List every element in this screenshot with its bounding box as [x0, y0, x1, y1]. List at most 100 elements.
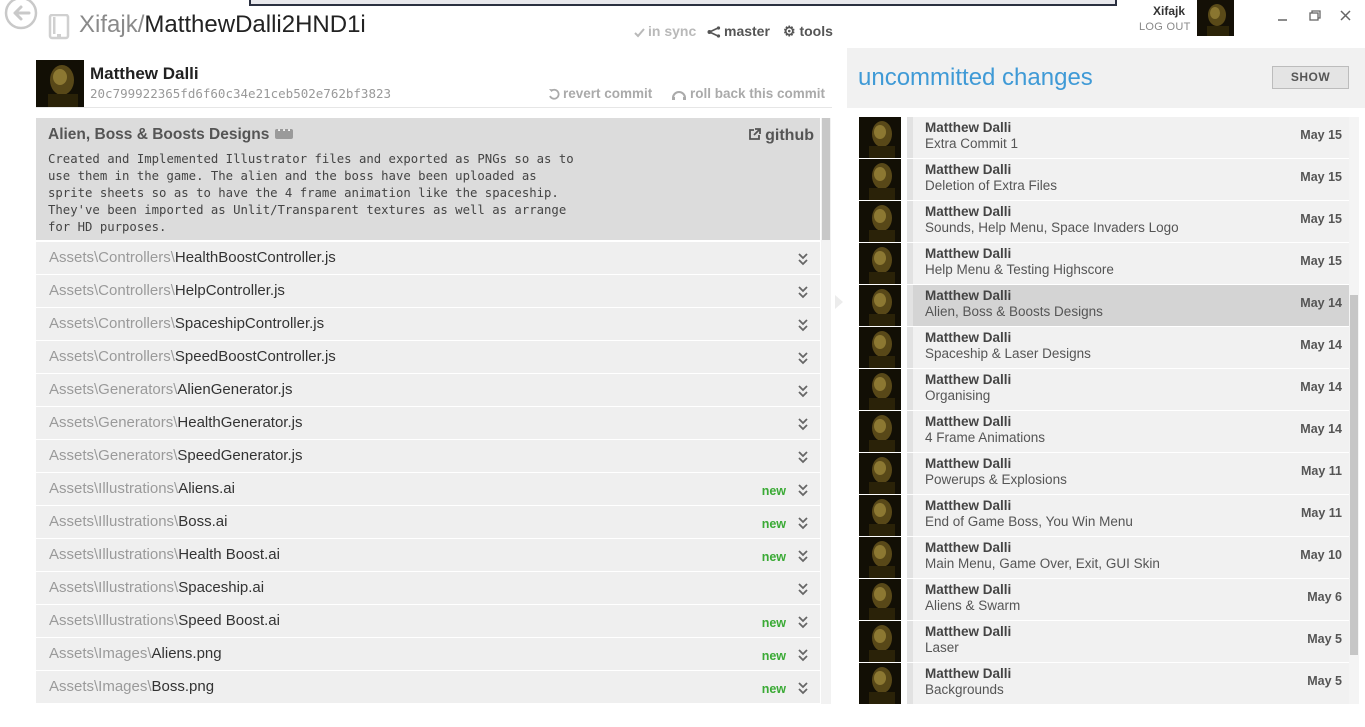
- show-uncommitted-button[interactable]: SHOW: [1272, 66, 1349, 89]
- history-item[interactable]: Matthew Dalli Extra Commit 1 May 15: [859, 117, 1349, 158]
- repository-title[interactable]: Xifajk/MatthewDalli2HND1i: [79, 11, 366, 39]
- history-item[interactable]: Matthew Dalli Backgrounds May 5: [859, 663, 1349, 704]
- history-item[interactable]: Matthew Dalli Spaceship & Laser Designs Ma…: [859, 327, 1349, 368]
- expand-chevron-icon[interactable]: [797, 351, 809, 365]
- branch-selector[interactable]: master: [707, 23, 770, 39]
- history-scrollbar[interactable]: [1349, 117, 1359, 704]
- close-icon[interactable]: [1337, 8, 1355, 24]
- expand-chevron-icon[interactable]: [797, 681, 809, 695]
- file-directory: Assets\Images\: [49, 645, 152, 662]
- history-date: May 6: [1307, 590, 1342, 604]
- history-author: Matthew Dalli: [925, 540, 1012, 555]
- more-icon[interactable]: [275, 123, 294, 139]
- file-path: Assets\Controllers\HelpController.js: [49, 282, 285, 299]
- tools-menu[interactable]: ⚙ tools: [783, 23, 833, 40]
- github-link[interactable]: github: [748, 127, 814, 145]
- file-row[interactable]: Assets\Illustrations\Spaceship.ai: [36, 572, 820, 605]
- file-directory: Assets\Illustrations\: [49, 513, 179, 530]
- file-path: Assets\Illustrations\Speed Boost.ai: [49, 612, 280, 629]
- history-item[interactable]: Matthew Dalli Aliens & Swarm May 6: [859, 579, 1349, 620]
- revert-label: revert commit: [563, 86, 653, 101]
- history-date: May 14: [1300, 422, 1342, 436]
- history-message: Help Menu & Testing Highscore: [925, 262, 1114, 277]
- scrollbar-thumb[interactable]: [822, 118, 830, 240]
- new-file-badge: new: [761, 484, 786, 498]
- history-item[interactable]: Matthew Dalli End of Game Boss, You Win M…: [859, 495, 1349, 536]
- expand-chevron-icon[interactable]: [797, 516, 809, 530]
- expand-chevron-icon[interactable]: [797, 417, 809, 431]
- file-name: Aliens.ai: [178, 480, 235, 497]
- file-path: Assets\Images\Boss.png: [49, 678, 214, 695]
- expand-chevron-icon[interactable]: [797, 285, 809, 299]
- file-row[interactable]: Assets\Controllers\SpeedBoostController.…: [36, 341, 820, 374]
- history-marker: [907, 453, 913, 494]
- repo-owner[interactable]: Xifajk: [79, 11, 138, 38]
- history-item[interactable]: Matthew Dalli Laser May 5: [859, 621, 1349, 662]
- repository-icon: [48, 13, 70, 40]
- file-directory: Assets\Images\: [49, 678, 152, 695]
- file-row[interactable]: Assets\Generators\SpeedGenerator.js: [36, 440, 820, 473]
- history-item[interactable]: Matthew Dalli Organising May 14: [859, 369, 1349, 410]
- sync-status[interactable]: in sync: [634, 23, 696, 39]
- history-item[interactable]: Matthew Dalli Powerups & Explosions May 11: [859, 453, 1349, 494]
- file-row[interactable]: Assets\Illustrations\Speed Boost.ai new: [36, 605, 820, 638]
- expand-chevron-icon[interactable]: [797, 384, 809, 398]
- history-marker: [907, 285, 913, 326]
- file-row[interactable]: Assets\Illustrations\Boss.ai new: [36, 506, 820, 539]
- history-author: Matthew Dalli: [925, 246, 1012, 261]
- file-path: Assets\Illustrations\Aliens.ai: [49, 480, 235, 497]
- file-row[interactable]: Assets\Generators\AlienGenerator.js: [36, 374, 820, 407]
- file-row[interactable]: Assets\Controllers\SpaceshipController.j…: [36, 308, 820, 341]
- expand-chevron-icon[interactable]: [797, 648, 809, 662]
- account-username[interactable]: Xifajk: [1153, 4, 1185, 18]
- revert-commit-button[interactable]: revert commit: [548, 86, 652, 101]
- file-row[interactable]: Assets\Controllers\HelpController.js: [36, 275, 820, 308]
- history-marker: [907, 159, 913, 200]
- history-item[interactable]: Matthew Dalli Deletion of Extra Files May …: [859, 159, 1349, 200]
- minimize-icon[interactable]: [1274, 8, 1292, 24]
- history-item[interactable]: Matthew Dalli Main Menu, Game Over, Exit,…: [859, 537, 1349, 578]
- history-item[interactable]: Matthew Dalli Sounds, Help Menu, Space In…: [859, 201, 1349, 242]
- file-name: Aliens.png: [151, 645, 222, 662]
- expand-chevron-icon[interactable]: [797, 582, 809, 596]
- expand-chevron-icon[interactable]: [797, 615, 809, 629]
- expand-chevron-icon[interactable]: [797, 318, 809, 332]
- expand-chevron-icon[interactable]: [797, 483, 809, 497]
- history-date: May 14: [1300, 380, 1342, 394]
- github-label: github: [765, 127, 814, 144]
- restore-icon[interactable]: [1306, 8, 1324, 24]
- header-divider: [36, 107, 832, 108]
- history-item[interactable]: Matthew Dalli Alien, Boss & Boosts Design…: [859, 285, 1349, 326]
- uncommitted-changes-panel: uncommitted changes SHOW: [847, 48, 1365, 108]
- file-name: HealthBoostController.js: [174, 249, 336, 266]
- history-item[interactable]: Matthew Dalli 4 Frame Animations May 14: [859, 411, 1349, 452]
- file-path: Assets\Generators\SpeedGenerator.js: [49, 447, 302, 464]
- history-marker: [907, 201, 913, 242]
- file-path: Assets\Controllers\HealthBoostController…: [49, 249, 336, 266]
- file-row[interactable]: Assets\Images\Aliens.png new: [36, 638, 820, 671]
- changed-files-list: Assets\Controllers\ HealthBoostController…: [36, 242, 820, 704]
- expand-chevron-icon[interactable]: [797, 450, 809, 464]
- file-name: AlienGenerator.js: [177, 381, 293, 398]
- expand-chevron-icon[interactable]: [797, 549, 809, 563]
- file-row[interactable]: Assets\Images\Boss.png new: [36, 671, 820, 704]
- expand-chevron-icon[interactable]: [797, 252, 809, 266]
- back-arrow-icon[interactable]: [4, 0, 38, 30]
- file-directory: Assets\Illustrations\: [49, 579, 179, 596]
- rollback-commit-button[interactable]: roll back this commit: [671, 86, 825, 101]
- file-name: Boss.ai: [178, 513, 228, 530]
- file-directory: Assets\Controllers\: [49, 315, 175, 332]
- file-list-scrollbar[interactable]: [821, 118, 831, 704]
- file-row[interactable]: Assets\Illustrations\Health Boost.ai new: [36, 539, 820, 572]
- history-author-avatar: [859, 243, 901, 284]
- commit-author-avatar: [36, 60, 84, 108]
- scrollbar-thumb[interactable]: [1350, 295, 1358, 655]
- account-avatar[interactable]: [1197, 0, 1234, 36]
- logout-link[interactable]: LOG OUT: [1139, 21, 1191, 33]
- uncommitted-changes-title: uncommitted changes: [858, 64, 1093, 91]
- file-row[interactable]: Assets\Generators\HealthGenerator.js: [36, 407, 820, 440]
- file-row[interactable]: Assets\Controllers\HealthBoostController…: [36, 242, 820, 275]
- commit-history-list: Matthew Dalli Extra Commit 1 May 15 Matthew…: [859, 117, 1349, 704]
- history-item[interactable]: Matthew Dalli Help Menu & Testing Highsco…: [859, 243, 1349, 284]
- file-row[interactable]: Assets\Illustrations\Aliens.ai new: [36, 473, 820, 506]
